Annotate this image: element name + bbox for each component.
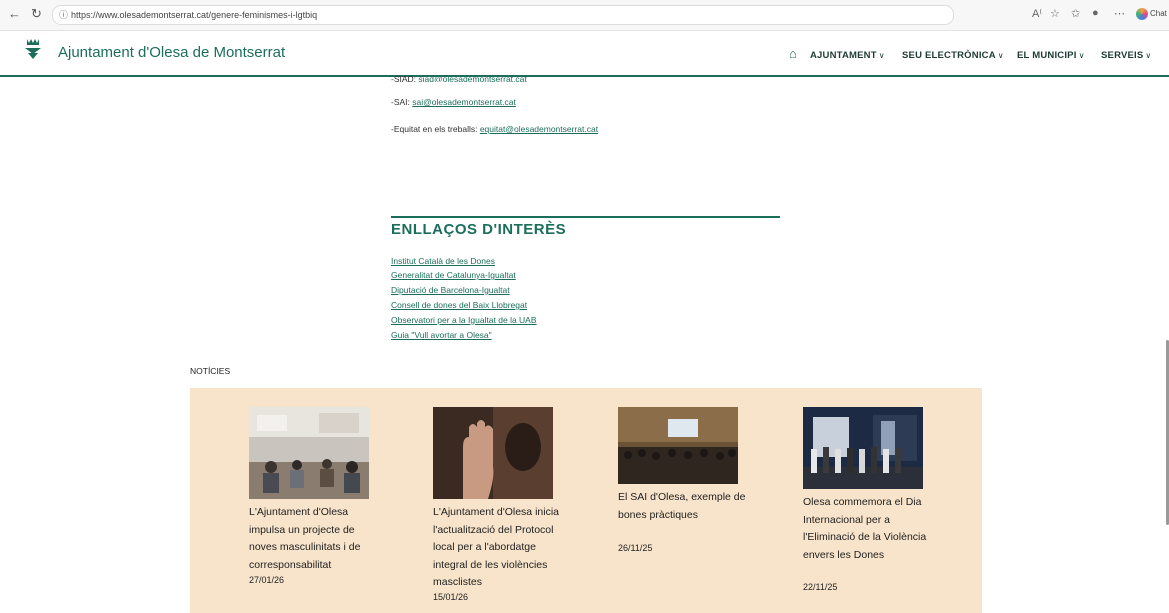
url-text: https://www.olesademontserrat.cat/genere… <box>71 10 318 20</box>
link-observatori-uab[interactable]: Observatori per a la Igualtat de la UAB <box>391 315 537 325</box>
link-institut-catala-dones[interactable]: Institut Català de les Dones <box>391 256 495 266</box>
equitat-email-link[interactable]: equitat@olesademontserrat.cat <box>480 124 598 134</box>
menu-label: SEU ELECTRÒNICA <box>902 50 996 61</box>
chevron-down-icon: ∨ <box>997 51 1004 60</box>
siad-email-link[interactable]: siad@olesademontserrat.cat <box>418 74 526 82</box>
news-date: 27/01/26 <box>249 575 285 585</box>
chevron-down-icon: ∨ <box>1145 51 1152 60</box>
news-heading: NOTÍCIES <box>190 366 231 376</box>
menu-seu-electronica[interactable]: SEU ELECTRÒNICA ∨ <box>902 50 1004 61</box>
menu-label: SERVEIS <box>1101 50 1144 61</box>
contact-label: -Equitat en els treballs: <box>391 124 480 134</box>
news-title[interactable]: El SAI d'Olesa, exemple de bones pràctiq… <box>618 489 748 524</box>
news-image-meeting[interactable] <box>249 407 369 499</box>
news-title[interactable]: L'Ajuntament d'Olesa impulsa un projecte… <box>249 504 379 574</box>
lock-icon: ⓘ <box>59 10 69 20</box>
news-title[interactable]: L'Ajuntament d'Olesa inicia l'actualitza… <box>433 504 563 592</box>
read-aloud-icon[interactable]: A⁽ <box>1032 7 1042 20</box>
favorites-list-icon[interactable]: ✩ <box>1071 7 1080 20</box>
news-image-auditorium[interactable] <box>618 407 738 484</box>
news-image-night-gathering[interactable] <box>803 407 923 489</box>
news-date: 22/11/25 <box>803 582 838 592</box>
contact-siad: -SIAD: siad@olesademontserrat.cat <box>391 74 527 82</box>
home-icon[interactable]: ⌂ <box>789 46 797 61</box>
news-panel: L'Ajuntament d'Olesa impulsa un projecte… <box>190 388 982 613</box>
contact-label: -SIAD: <box>391 74 419 82</box>
site-header: Ajuntament d'Olesa de Montserrat ⌂ AJUNT… <box>0 31 1169 77</box>
link-generalitat-igualtat[interactable]: Generalitat de Catalunya-Igualtat <box>391 270 516 280</box>
contact-sai: -SAI: sai@olesademontserrat.cat <box>391 97 516 107</box>
news-date: 15/01/26 <box>433 592 469 602</box>
menu-label: AJUNTAMENT <box>810 50 877 61</box>
link-consell-dones[interactable]: Consell de dones del Baix Llobregat <box>391 300 527 310</box>
link-guia-avortar[interactable]: Guia "Vull avortar a Olesa" <box>391 330 492 340</box>
chat-label[interactable]: Chat <box>1150 9 1167 18</box>
browser-toolbar: ← ↻ ⓘ https://www.olesademontserrat.cat/… <box>0 0 1169 31</box>
news-date: 26/11/25 <box>618 543 653 553</box>
profile-icon[interactable]: ● <box>1092 7 1099 19</box>
site-title[interactable]: Ajuntament d'Olesa de Montserrat <box>58 44 285 61</box>
news-title[interactable]: Olesa commemora el Dia Internacional per… <box>803 494 933 564</box>
contact-label: -SAI: <box>391 97 413 107</box>
chevron-down-icon: ∨ <box>878 51 885 60</box>
copilot-icon[interactable] <box>1136 8 1148 20</box>
favorite-star-icon[interactable]: ☆ <box>1050 7 1060 20</box>
sai-email-link[interactable]: sai@olesademontserrat.cat <box>412 97 516 107</box>
back-icon[interactable]: ← <box>8 6 21 21</box>
menu-el-municipi[interactable]: EL MUNICIPI ∨ <box>1017 50 1085 61</box>
menu-ajuntament[interactable]: AJUNTAMENT ∨ <box>810 50 885 61</box>
contact-equitat: -Equitat en els treballs: equitat@olesad… <box>391 124 598 134</box>
menu-serveis[interactable]: SERVEIS ∨ <box>1101 50 1151 61</box>
municipal-crest-icon[interactable] <box>23 37 43 63</box>
link-diputacio-igualtat[interactable]: Diputació de Barcelona-Igualtat <box>391 285 510 295</box>
reload-icon[interactable]: ↻ <box>31 6 42 22</box>
section-divider <box>391 216 780 218</box>
news-image-raised-hand[interactable] <box>433 407 553 499</box>
more-options-icon[interactable]: ⋯ <box>1114 7 1125 20</box>
links-section-title: ENLLAÇOS D'INTERÈS <box>391 221 567 238</box>
address-bar[interactable]: ⓘ https://www.olesademontserrat.cat/gene… <box>52 5 954 25</box>
menu-label: EL MUNICIPI <box>1017 50 1077 61</box>
chevron-down-icon: ∨ <box>1078 51 1085 60</box>
